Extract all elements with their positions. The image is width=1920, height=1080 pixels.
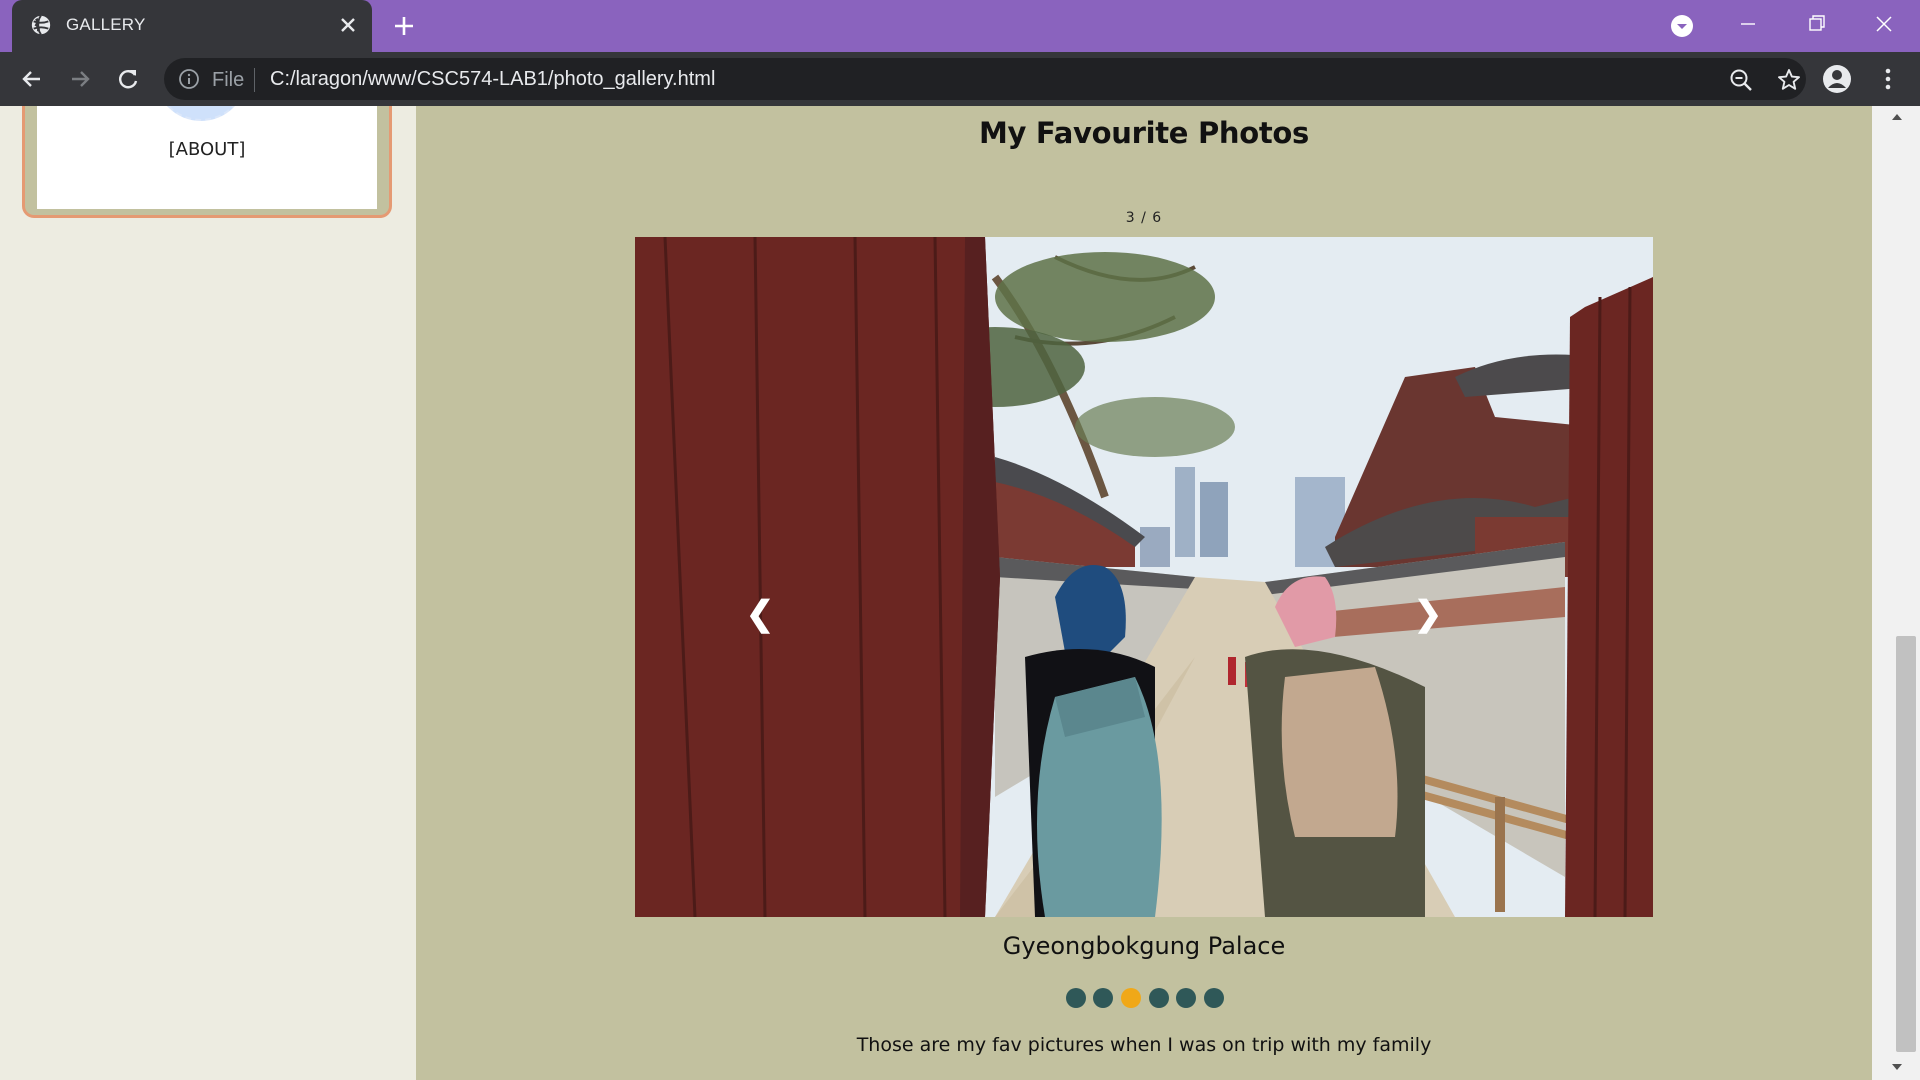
tab-title: GALLERY [66,15,146,34]
profile-card: [ABOUT] [22,106,392,218]
slide-dot-3[interactable] [1121,988,1141,1008]
close-icon[interactable] [336,13,360,37]
arrow-right-icon[interactable] [66,65,94,93]
palace-photo [635,237,1653,917]
browser-title-bar: GALLERY [0,0,1920,52]
slide-dot-5[interactable] [1176,988,1196,1008]
plus-icon[interactable] [390,12,418,40]
kebab-menu-icon[interactable] [1874,64,1902,94]
profile-card-body: [ABOUT] [37,106,377,209]
scroll-up-arrow-icon[interactable] [1890,110,1904,124]
gallery-section: My Favourite Photos 3 / 6 Gyeongbokgung … [416,106,1872,1080]
page-viewport: [ABOUT] My Favourite Photos 3 / 6 Gyeong… [0,106,1920,1080]
slide-dot-4[interactable] [1149,988,1169,1008]
reload-icon[interactable] [114,65,142,93]
slide-dots [1066,988,1226,1012]
slide-dot-2[interactable] [1093,988,1113,1008]
page-title: My Favourite Photos [978,116,1310,150]
profile-avatar [155,106,247,121]
address-bar[interactable]: File C:/laragon/www/CSC574-LAB1/photo_ga… [164,58,1806,100]
sidebar: [ABOUT] [0,106,416,1080]
window-close-icon[interactable] [1866,6,1902,42]
browser-toolbar: File C:/laragon/www/CSC574-LAB1/photo_ga… [0,52,1920,106]
slide-dot-6[interactable] [1204,988,1224,1008]
url-text[interactable]: C:/laragon/www/CSC574-LAB1/photo_gallery… [270,68,715,91]
restore-icon[interactable] [1798,6,1834,42]
slide-caption: Gyeongbokgung Palace [1002,932,1286,960]
person-icon[interactable] [1822,64,1852,94]
slide-photo [635,237,1653,917]
gallery-description: Those are my fav pictures when I was on … [856,1034,1432,1056]
arrow-left-icon[interactable] [18,65,46,93]
about-link[interactable]: [ABOUT] [37,139,377,160]
scroll-down-arrow-icon[interactable] [1890,1060,1904,1074]
page-scrollbar[interactable] [1872,106,1920,1080]
star-icon[interactable] [1776,67,1802,93]
globe-icon [31,15,51,35]
next-slide-button[interactable]: ❯ [1408,586,1448,642]
scrollbar-thumb[interactable] [1896,636,1916,1052]
slide-counter: 3 / 6 [1125,210,1163,226]
address-separator [254,68,255,92]
prev-slide-button[interactable]: ❮ [740,586,780,642]
browser-tab-gallery[interactable]: GALLERY [12,0,372,52]
chevron-down-icon[interactable] [1670,14,1694,38]
zoom-out-icon[interactable] [1728,67,1754,93]
minimize-icon[interactable] [1730,6,1766,42]
url-scheme-label: File [212,69,245,91]
slide-dot-1[interactable] [1066,988,1086,1008]
info-icon[interactable] [178,68,200,90]
